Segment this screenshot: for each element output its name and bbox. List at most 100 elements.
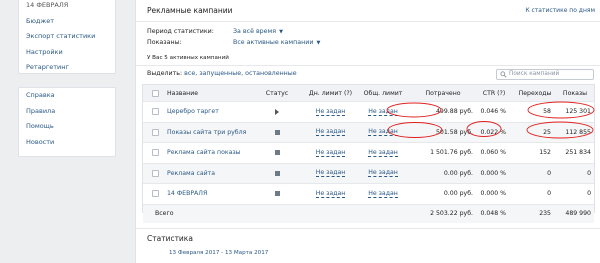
shown-dropdown[interactable]: Все активные кампании ▼ bbox=[233, 39, 320, 46]
total-limit-link[interactable]: Не задан bbox=[368, 108, 398, 116]
statistics-title: Статистика bbox=[147, 234, 193, 243]
column-status[interactable]: Статус bbox=[257, 85, 297, 101]
total-limit-link[interactable]: Не задан bbox=[368, 169, 398, 178]
stop-icon[interactable] bbox=[274, 191, 280, 197]
spent-value: 0.00 руб. bbox=[443, 190, 473, 198]
selection-bar: Выделить: все, запущенные, остановленные… bbox=[136, 65, 600, 82]
spent-value: 0.00 руб. bbox=[443, 169, 473, 177]
views-value: 251 834 bbox=[565, 149, 591, 157]
play-icon[interactable] bbox=[275, 108, 279, 115]
column-total-limit[interactable]: Общ. лимит bbox=[359, 85, 407, 101]
sidebar-item-settings[interactable]: Настройки bbox=[19, 45, 115, 61]
total-spent: 2 503.22 руб. bbox=[430, 210, 473, 217]
spent-value: 501.58 руб. bbox=[436, 128, 473, 136]
chevron-down-icon: ▼ bbox=[316, 40, 321, 46]
campaign-name-link[interactable]: Церебро таргет bbox=[167, 108, 219, 115]
sidebar-item-help[interactable]: Помощь bbox=[19, 119, 115, 135]
panel-header: Рекламные кампании К статистике по дням bbox=[136, 0, 600, 22]
table-row: 14 ФЕВРАЛЯ Не задан Не задан 0.00 руб. 0.000… bbox=[143, 184, 594, 205]
table-row: Показы сайта три рубля Не задан Не задан 50… bbox=[143, 122, 594, 143]
search-placeholder: Поиск кампаний bbox=[509, 71, 560, 77]
column-ctr[interactable]: CTR (?) bbox=[475, 85, 513, 101]
sidebar-item-news[interactable]: Новости bbox=[19, 135, 115, 151]
clicks-value: 25 bbox=[543, 128, 551, 136]
select-filter-links[interactable]: все, запущенные, остановленные bbox=[184, 70, 297, 77]
period-value: За всё время bbox=[233, 28, 277, 35]
total-limit-link[interactable]: Не задан bbox=[368, 128, 398, 137]
table-row: Церебро таргет Не задан Не задан 499.88 руб… bbox=[143, 102, 594, 123]
clicks-value: 0 bbox=[547, 190, 551, 198]
row-checkbox[interactable] bbox=[152, 128, 159, 136]
total-ctr: 0.048 % bbox=[480, 210, 506, 217]
shown-value: Все активные кампании bbox=[233, 39, 314, 46]
select-label: Выделить: все, запущенные, остановленные bbox=[147, 70, 297, 77]
statistics-date-range[interactable]: 13 Февраля 2017 - 13 Марта 2017 bbox=[169, 250, 268, 256]
row-checkbox[interactable] bbox=[152, 149, 159, 157]
table-total-row: Всего 2 503.22 руб. 0.048 % 235 489 990 bbox=[143, 204, 594, 223]
period-dropdown[interactable]: За всё время ▼ bbox=[233, 28, 283, 35]
active-campaigns-note: У Вас 5 активных кампаний bbox=[147, 55, 229, 61]
ctr-value: 0.046 % bbox=[480, 108, 506, 116]
day-limit-link[interactable]: Не задан bbox=[315, 149, 346, 157]
stop-icon[interactable] bbox=[274, 129, 280, 135]
views-value: 0 bbox=[587, 190, 591, 198]
table-header: Название Статус Дн. лимит (?) Общ. лимит… bbox=[143, 85, 594, 102]
row-checkbox[interactable] bbox=[152, 108, 159, 116]
clicks-value: 0 bbox=[547, 169, 551, 177]
column-spent[interactable]: Потрачено bbox=[411, 85, 475, 101]
sidebar-item-export[interactable]: Экспорт статистики bbox=[19, 29, 115, 45]
sidebar: 14 ФЕВРАЛЯ Бюджет Экспорт статистики Нас… bbox=[0, 0, 130, 263]
views-value: 0 bbox=[587, 169, 591, 177]
spent-value: 499.88 руб. bbox=[436, 108, 473, 116]
total-limit-link[interactable]: Не задан bbox=[368, 149, 398, 157]
sidebar-item-retargeting[interactable]: Ретаргетинг bbox=[19, 60, 115, 76]
total-limit-link[interactable]: Не задан bbox=[368, 190, 398, 198]
column-views[interactable]: Показы bbox=[553, 85, 597, 101]
sidebar-item-current-campaign[interactable]: 14 ФЕВРАЛЯ bbox=[19, 0, 115, 14]
sidebar-item-rules[interactable]: Правила bbox=[19, 104, 115, 120]
table-row: Реклама сайта показы Не задан Не задан 1 50… bbox=[143, 143, 594, 164]
stop-icon[interactable] bbox=[274, 150, 280, 156]
campaigns-table: Название Статус Дн. лимит (?) Общ. лимит… bbox=[142, 84, 595, 223]
day-limit-link[interactable]: Не задан bbox=[315, 190, 346, 198]
day-limit-link[interactable]: Не задан bbox=[315, 169, 346, 178]
total-views: 489 990 bbox=[565, 210, 591, 217]
views-value: 125 301 bbox=[565, 108, 591, 116]
sidebar-campaign-menu: 14 ФЕВРАЛЯ Бюджет Экспорт статистики Нас… bbox=[18, 0, 116, 74]
campaign-name-link[interactable]: Реклама сайта показы bbox=[167, 149, 241, 156]
sidebar-item-reference[interactable]: Справка bbox=[19, 88, 115, 104]
day-limit-link[interactable]: Не задан bbox=[315, 128, 346, 137]
campaign-name-link[interactable]: Показы сайта три рубля bbox=[167, 129, 246, 136]
shown-label: Показаны: bbox=[147, 39, 182, 46]
column-clicks[interactable]: Переходы bbox=[515, 85, 555, 101]
total-label: Всего bbox=[155, 210, 174, 217]
campaign-name-link[interactable]: Реклама сайта bbox=[167, 170, 215, 177]
row-checkbox[interactable] bbox=[152, 190, 159, 198]
day-limit-link[interactable]: Не задан bbox=[315, 108, 346, 116]
ctr-value: 0.000 % bbox=[480, 190, 506, 198]
ctr-value: 0.022 % bbox=[480, 128, 506, 136]
sidebar-item-budget[interactable]: Бюджет bbox=[19, 14, 115, 30]
row-checkbox[interactable] bbox=[152, 169, 159, 177]
campaign-name-link[interactable]: 14 ФЕВРАЛЯ bbox=[167, 190, 207, 197]
sidebar-help-menu: Справка Правила Помощь Новости bbox=[18, 87, 116, 157]
ctr-value: 0.000 % bbox=[480, 169, 506, 177]
page-title: Рекламные кампании bbox=[147, 6, 233, 15]
select-label-text: Выделить: bbox=[147, 70, 183, 77]
statistics-section: Статистика 13 Февраля 2017 - 13 Марта 20… bbox=[136, 228, 600, 263]
search-input[interactable]: Поиск кампаний bbox=[496, 69, 594, 80]
spent-value: 1 501.76 руб. bbox=[430, 149, 473, 157]
chevron-down-icon: ▼ bbox=[279, 29, 283, 35]
total-clicks: 235 bbox=[539, 210, 551, 217]
stats-by-day-link[interactable]: К статистике по дням bbox=[525, 7, 595, 14]
views-value: 112 855 bbox=[565, 128, 591, 136]
search-icon bbox=[500, 71, 507, 78]
campaigns-panel: Рекламные кампании К статистике по дням … bbox=[135, 0, 600, 263]
stop-icon[interactable] bbox=[274, 170, 280, 176]
column-day-limit[interactable]: Дн. лимит (?) bbox=[303, 85, 358, 101]
clicks-value: 58 bbox=[543, 108, 551, 116]
column-name[interactable]: Название bbox=[167, 85, 257, 101]
clicks-value: 152 bbox=[539, 149, 551, 157]
select-all-checkbox[interactable] bbox=[152, 89, 159, 97]
table-row: Реклама сайта Не задан Не задан 0.00 руб. 0.… bbox=[143, 163, 594, 184]
